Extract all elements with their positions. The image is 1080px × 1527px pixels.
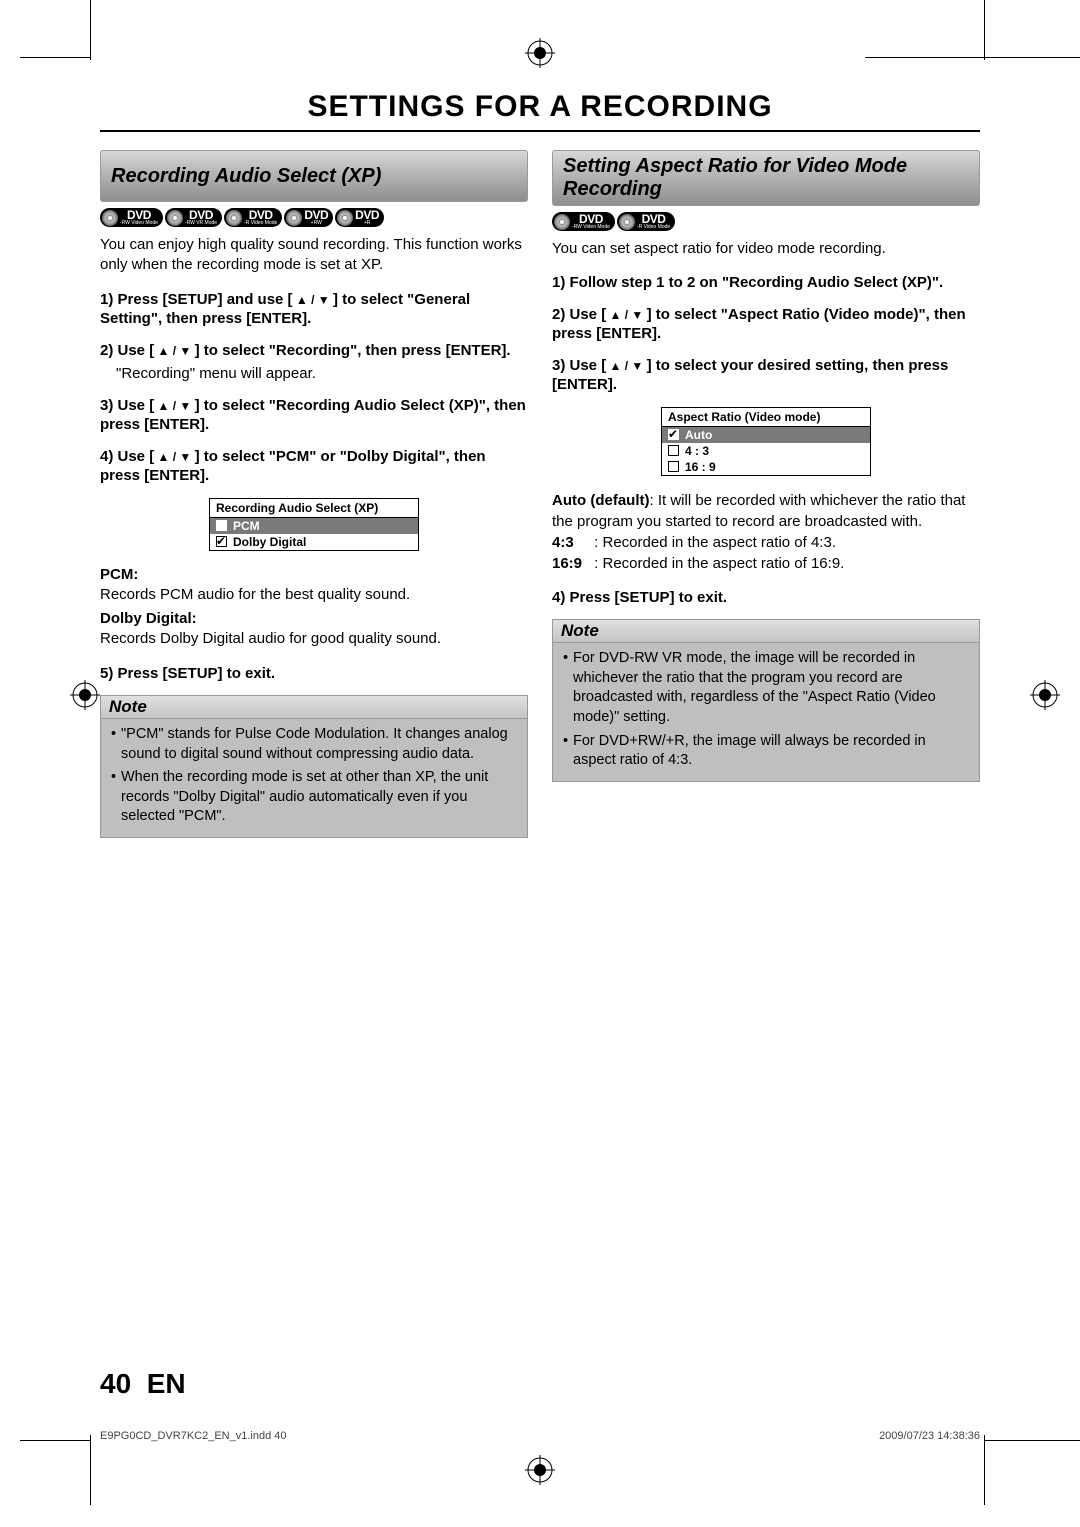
disc-icon — [102, 210, 118, 226]
disc-icon — [286, 210, 302, 226]
menu-option-4-3: 4 : 3 — [662, 443, 870, 459]
registration-mark-icon — [525, 1455, 555, 1485]
note-heading: Note — [552, 619, 980, 643]
menu-option-auto: Auto — [662, 427, 870, 443]
checkbox-checked-icon — [668, 429, 679, 440]
section-heading-aspect: Setting Aspect Ratio for Video Mode Reco… — [552, 150, 980, 206]
disc-compat-badges: DVD-RW Video Mode DVD-RW VR Mode DVD-R V… — [100, 208, 528, 227]
footer-file: E9PG0CD_DVR7KC2_EN_v1.indd 40 — [100, 1430, 287, 1442]
left-column: Recording Audio Select (XP) DVD-RW Video… — [100, 150, 528, 838]
disc-icon — [619, 214, 635, 230]
dolby-definition: Dolby Digital:Records Dolby Digital audi… — [100, 609, 528, 650]
badge-dvd-plus-rw: DVD+RW — [284, 208, 333, 227]
disc-icon — [167, 210, 183, 226]
step-1: 1) Press [SETUP] and use [ ▲ / ▼ ] to se… — [100, 290, 528, 329]
page-title: SETTINGS FOR A RECORDING — [100, 70, 980, 132]
menu-option-16-9: 16 : 9 — [662, 459, 870, 475]
disc-icon — [226, 210, 242, 226]
menu-aspect-ratio: Aspect Ratio (Video mode) Auto 4 : 3 16 … — [661, 407, 871, 476]
menu-audio-select: Recording Audio Select (XP) PCM Dolby Di… — [209, 498, 419, 551]
badge-dvd-r-video: DVD-R Video Mode — [224, 208, 282, 227]
ratio-16-9-definition: 16:9 : Recorded in the aspect ratio of 1… — [552, 553, 980, 574]
step-4: 4) Use [ ▲ / ▼ ] to select "PCM" or "Dol… — [100, 447, 528, 486]
menu-option-pcm: PCM — [210, 518, 418, 534]
disc-compat-badges: DVD-RW Video Mode DVD-R Video Mode — [552, 212, 980, 231]
note-item: "PCM" stands for Pulse Code Modulation. … — [111, 725, 517, 764]
note-item: For DVD+RW/+R, the image will always be … — [563, 732, 969, 771]
note-item: When the recording mode is set at other … — [111, 768, 517, 827]
menu-title: Recording Audio Select (XP) — [210, 499, 418, 518]
footer-metadata: E9PG0CD_DVR7KC2_EN_v1.indd 40 2009/07/23… — [100, 1430, 980, 1442]
up-down-arrow-icon: ▲ / ▼ — [606, 359, 646, 373]
step-4: 4) Press [SETUP] to exit. — [552, 588, 980, 608]
note-heading: Note — [100, 695, 528, 719]
up-down-arrow-icon: ▲ / ▼ — [154, 344, 194, 358]
badge-dvd-plus-r: DVD+R — [335, 208, 384, 227]
badge-dvd-rw-video: DVD-RW Video Mode — [100, 208, 163, 227]
up-down-arrow-icon: ▲ / ▼ — [154, 399, 194, 413]
menu-option-dolby: Dolby Digital — [210, 534, 418, 550]
step-2: 2) Use [ ▲ / ▼ ] to select "Aspect Ratio… — [552, 305, 980, 344]
checkbox-checked-icon — [216, 536, 227, 547]
note-item: For DVD-RW VR mode, the image will be re… — [563, 649, 969, 727]
step-2: 2) Use [ ▲ / ▼ ] to select "Recording", … — [100, 341, 528, 361]
intro-text: You can enjoy high quality sound recordi… — [100, 235, 528, 276]
step-5: 5) Press [SETUP] to exit. — [100, 664, 528, 684]
up-down-arrow-icon: ▲ / ▼ — [154, 450, 194, 464]
right-column: Setting Aspect Ratio for Video Mode Reco… — [552, 150, 980, 838]
menu-title: Aspect Ratio (Video mode) — [662, 408, 870, 427]
step-1: 1) Follow step 1 to 2 on "Recording Audi… — [552, 273, 980, 293]
disc-icon — [337, 210, 353, 226]
note-body: For DVD-RW VR mode, the image will be re… — [552, 643, 980, 781]
intro-text: You can set aspect ratio for video mode … — [552, 239, 980, 259]
checkbox-icon — [668, 461, 679, 472]
note-body: "PCM" stands for Pulse Code Modulation. … — [100, 719, 528, 838]
pcm-definition: PCM:Records PCM audio for the best quali… — [100, 565, 528, 606]
step-2-result: "Recording" menu will appear. — [116, 364, 528, 384]
badge-dvd-rw-vr: DVD-RW VR Mode — [165, 208, 222, 227]
checkbox-icon — [216, 520, 227, 531]
ratio-4-3-definition: 4:3 : Recorded in the aspect ratio of 4:… — [552, 532, 980, 553]
registration-mark-icon — [70, 680, 100, 710]
registration-mark-icon — [525, 38, 555, 68]
up-down-arrow-icon: ▲ / ▼ — [293, 293, 333, 307]
registration-mark-icon — [1030, 680, 1060, 710]
section-heading-audio: Recording Audio Select (XP) — [100, 150, 528, 202]
step-3: 3) Use [ ▲ / ▼ ] to select your desired … — [552, 356, 980, 395]
footer-date: 2009/07/23 14:38:36 — [879, 1430, 980, 1442]
checkbox-icon — [668, 445, 679, 456]
page-number: 40 EN — [100, 1368, 186, 1400]
up-down-arrow-icon: ▲ / ▼ — [606, 308, 646, 322]
step-3: 3) Use [ ▲ / ▼ ] to select "Recording Au… — [100, 396, 528, 435]
auto-definition: Auto (default): It will be recorded with… — [552, 490, 980, 532]
badge-dvd-r-video: DVD-R Video Mode — [617, 212, 675, 231]
badge-dvd-rw-video: DVD-RW Video Mode — [552, 212, 615, 231]
disc-icon — [554, 214, 570, 230]
